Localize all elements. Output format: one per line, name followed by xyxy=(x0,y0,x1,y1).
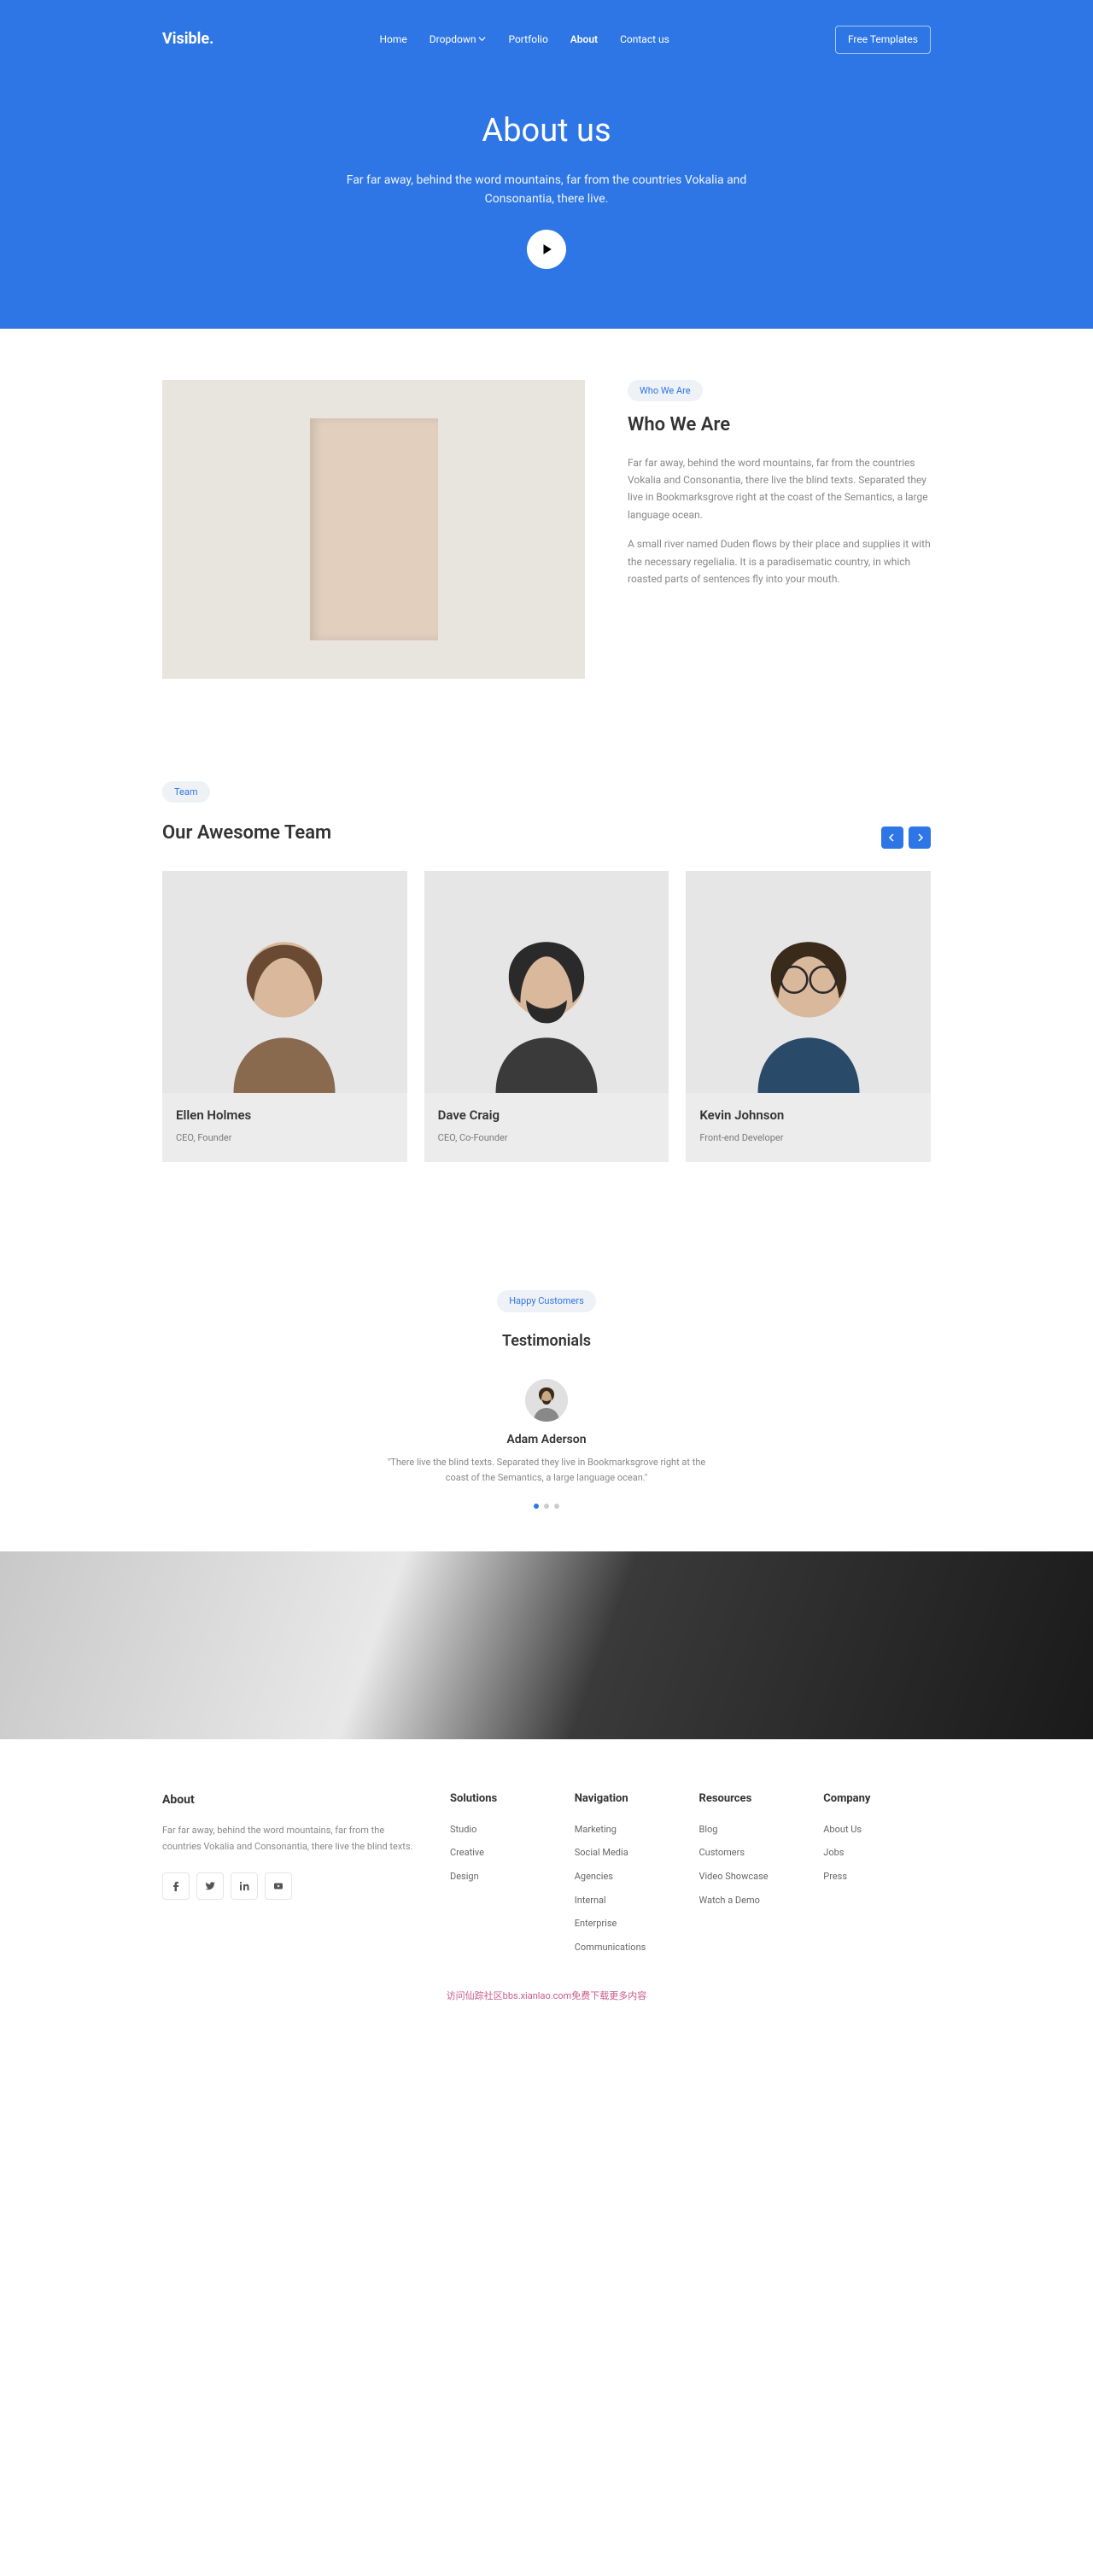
team-role: Front-end Developer xyxy=(699,1132,783,1143)
team-card: Ellen Holmes CEO, Founder xyxy=(162,871,407,1162)
team-photo xyxy=(424,871,669,1093)
testimonials-title: Testimonials xyxy=(162,1329,931,1354)
footer-col-title: Company xyxy=(823,1790,931,1808)
nav-dropdown[interactable]: Dropdown xyxy=(430,32,487,48)
who-section: Who We Are Who We Are Far far away, behi… xyxy=(0,329,1093,730)
footer-columns: Solutions Studio Creative Design Navigat… xyxy=(450,1790,931,1963)
main-nav: Visible. Home Dropdown Portfolio About C… xyxy=(162,26,931,54)
team-card: Dave Craig CEO, Co-Founder xyxy=(424,871,669,1162)
team-title: Our Awesome Team xyxy=(162,818,331,848)
footer-link[interactable]: Studio xyxy=(450,1822,558,1837)
team-photo xyxy=(686,871,931,1093)
footer-link[interactable]: Press xyxy=(823,1869,931,1884)
footer-link[interactable]: Watch a Demo xyxy=(699,1893,807,1908)
footer-about-title: About xyxy=(162,1790,416,1809)
who-p2: A small river named Duden flows by their… xyxy=(628,535,931,587)
dot[interactable] xyxy=(554,1504,559,1509)
team-section: Team Our Awesome Team Ellen Holmes CEO, F… xyxy=(0,730,1093,1213)
footer-link[interactable]: Creative xyxy=(450,1845,558,1860)
nav-portfolio[interactable]: Portfolio xyxy=(508,32,547,48)
hero-content: About us Far far away, behind the word m… xyxy=(324,105,769,269)
team-arrows xyxy=(881,827,931,849)
nav-dropdown-label: Dropdown xyxy=(430,33,476,45)
testimonials-pill: Happy Customers xyxy=(497,1290,596,1312)
footer-link[interactable]: Customers xyxy=(699,1845,807,1860)
nav-home[interactable]: Home xyxy=(380,32,407,48)
team-grid: Ellen Holmes CEO, Founder Dave Craig CEO, … xyxy=(162,871,931,1162)
footer-link[interactable]: Social Media xyxy=(575,1845,682,1860)
footer-link[interactable]: Design xyxy=(450,1869,558,1884)
team-name: Kevin Johnson xyxy=(699,1105,917,1125)
hero-title: About us xyxy=(324,105,769,157)
dot[interactable] xyxy=(544,1504,549,1509)
footer-about: About Far far away, behind the word moun… xyxy=(162,1790,416,1963)
next-button[interactable] xyxy=(909,827,931,849)
carousel-dots xyxy=(162,1504,931,1509)
nav-about[interactable]: About xyxy=(570,32,598,48)
footer-link[interactable]: Agencies xyxy=(575,1869,682,1884)
team-role: CEO, Founder xyxy=(176,1132,231,1143)
prev-button[interactable] xyxy=(881,827,903,849)
team-role: CEO, Co-Founder xyxy=(438,1132,508,1143)
team-name: Dave Craig xyxy=(438,1105,656,1125)
dot[interactable] xyxy=(534,1504,539,1509)
footer-col-resources: Resources Blog Customers Video Showcase … xyxy=(699,1790,807,1963)
footer-col-title: Solutions xyxy=(450,1790,558,1808)
footer-col-solutions: Solutions Studio Creative Design xyxy=(450,1790,558,1963)
banner-image xyxy=(0,1551,1093,1739)
logo[interactable]: Visible. xyxy=(162,27,213,52)
footer-link[interactable]: Enterprise xyxy=(575,1916,682,1931)
arrow-right-icon xyxy=(915,832,925,843)
footer-col-title: Resources xyxy=(699,1790,807,1808)
footer-col-company: Company About Us Jobs Press xyxy=(823,1790,931,1963)
social-links xyxy=(162,1872,416,1900)
who-p1: Far far away, behind the word mountains,… xyxy=(628,454,931,524)
footer-col-title: Navigation xyxy=(575,1790,682,1808)
avatar xyxy=(525,1379,568,1422)
hero-subtitle: Far far away, behind the word mountains,… xyxy=(324,171,769,209)
footer-link[interactable]: About Us xyxy=(823,1822,931,1837)
footer-link[interactable]: Marketing xyxy=(575,1822,682,1837)
footer-link[interactable]: Communications xyxy=(575,1940,682,1955)
footer-col-navigation: Navigation Marketing Social Media Agenci… xyxy=(575,1790,682,1963)
footer-link[interactable]: Video Showcase xyxy=(699,1869,807,1884)
footer-link[interactable]: Jobs xyxy=(823,1845,931,1860)
chevron-down-icon xyxy=(478,32,486,48)
arrow-left-icon xyxy=(887,832,897,843)
footer-link[interactable]: Internal xyxy=(575,1893,682,1908)
free-templates-button[interactable]: Free Templates xyxy=(835,26,931,54)
team-name: Ellen Holmes xyxy=(176,1105,394,1125)
footer-link[interactable]: Blog xyxy=(699,1822,807,1837)
testimonial-quote: "There live the blind texts. Separated t… xyxy=(376,1455,717,1487)
team-photo xyxy=(162,871,407,1093)
facebook-icon[interactable] xyxy=(162,1872,190,1900)
nav-links: Home Dropdown Portfolio About Contact us xyxy=(380,32,669,48)
footer: About Far far away, behind the word moun… xyxy=(0,1739,1093,2030)
who-pill: Who We Are xyxy=(628,380,703,402)
who-title: Who We Are xyxy=(628,410,931,440)
testimonial-name: Adam Aderson xyxy=(162,1430,931,1449)
hero: Visible. Home Dropdown Portfolio About C… xyxy=(0,0,1093,329)
team-card: Kevin Johnson Front-end Developer xyxy=(686,871,931,1162)
footer-bottom-text: 访问仙踪社区bbs.xianlao.com免费下载更多内容 xyxy=(162,1989,931,2004)
twitter-icon[interactable] xyxy=(196,1872,224,1900)
linkedin-icon[interactable] xyxy=(231,1872,258,1900)
team-pill: Team xyxy=(162,781,210,803)
youtube-icon[interactable] xyxy=(265,1872,292,1900)
play-icon xyxy=(541,243,552,255)
play-button[interactable] xyxy=(527,230,566,269)
nav-contact[interactable]: Contact us xyxy=(620,32,669,48)
who-text: Who We Are Who We Are Far far away, behi… xyxy=(628,380,931,679)
who-image xyxy=(162,380,585,679)
footer-about-text: Far far away, behind the word mountains,… xyxy=(162,1823,416,1855)
testimonials-section: Happy Customers Testimonials Adam Aderso… xyxy=(0,1213,1093,1551)
